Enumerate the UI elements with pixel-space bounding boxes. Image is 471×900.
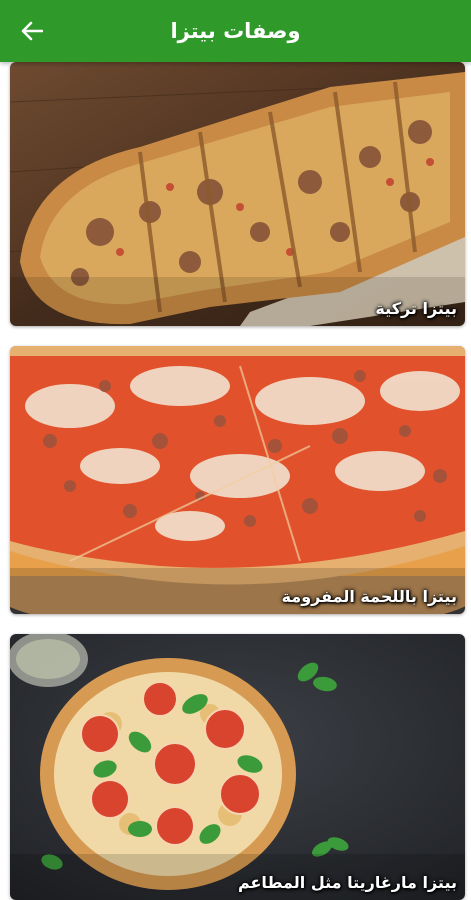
- app-bar: وصفات بيتزا: [0, 0, 471, 62]
- recipe-card-minced-meat-pizza[interactable]: بيتزا باللحمة المفرومة: [10, 346, 465, 614]
- turkish-pizza-image: [10, 62, 465, 326]
- recipe-card-turkish-pizza[interactable]: بيتزا تركية: [10, 62, 465, 326]
- recipe-card-margherita-pizza[interactable]: بيتزا مارغاريتا مثل المطاعم: [10, 634, 465, 900]
- minced-meat-pizza-image: [10, 346, 465, 614]
- recipe-title: بيتزا مارغاريتا مثل المطاعم: [237, 873, 457, 892]
- recipe-title: بيتزا تركية: [375, 299, 457, 318]
- recipe-title: بيتزا باللحمة المفرومة: [281, 587, 457, 606]
- page-title: وصفات بيتزا: [170, 19, 301, 43]
- back-button[interactable]: [14, 14, 50, 48]
- arrow-back-icon: [21, 21, 43, 41]
- margherita-pizza-image: [10, 634, 465, 900]
